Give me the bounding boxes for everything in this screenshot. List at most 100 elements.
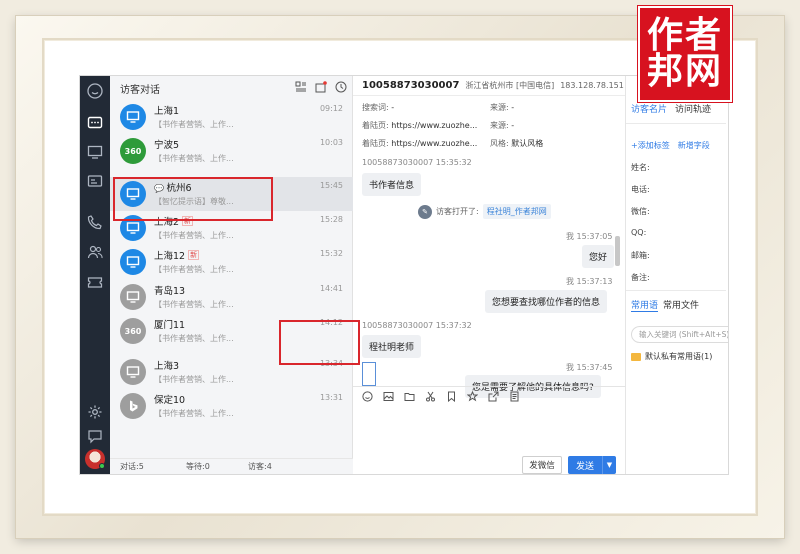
document-icon[interactable] (508, 391, 520, 403)
visitor-detail-panel: 访客名片 访问轨迹 +添加标签 新增字段 姓名: 电话: 微信: QQ: 邮箱:… (626, 76, 728, 474)
tab-visitor-card[interactable]: 访客名片 (631, 102, 667, 115)
users-nav-icon[interactable] (85, 242, 105, 262)
section-divider (626, 290, 726, 291)
visitor-name-text: 上海2 (154, 217, 180, 228)
phone-nav-icon[interactable] (85, 212, 105, 232)
chat-toolbar (353, 386, 626, 406)
field-qq-label: QQ: (631, 228, 647, 237)
field-name-label: 姓名: (631, 163, 650, 172)
visitor-list-item[interactable]: 上海2 新 15:28 【书作者营销、上作... (110, 211, 353, 245)
tab-common-phrases[interactable]: 常用语 (631, 298, 659, 312)
monitor-icon (120, 359, 146, 385)
field-email-label: 邮箱: (631, 251, 650, 260)
visitor-name: 💬 杭州6 (154, 180, 192, 194)
scissors-icon[interactable] (424, 391, 436, 403)
phrase-folder[interactable]: 默认私有常用语(1) (631, 351, 712, 362)
visitor-count: 访客:4 (248, 462, 272, 471)
bookmark-icon[interactable] (445, 391, 457, 403)
add-tag-link[interactable]: +添加标签 (631, 140, 670, 151)
send-button-label: 发送 (575, 461, 594, 472)
tab-visit-track[interactable]: 访问轨迹 (675, 102, 711, 115)
visitor-ip: 183.128.78.151 (560, 81, 624, 90)
chat-scrollbar[interactable] (615, 236, 620, 266)
visitor-time: 14:41 (319, 284, 343, 293)
landing-page-value[interactable]: https://www.zuozhe... (391, 139, 477, 148)
visitor-name-text: 上海1 (154, 106, 180, 117)
referrer-value: - (511, 121, 515, 130)
visitor-name: 青岛13 (154, 283, 185, 297)
phrase-folder-label: 默认私有常用语(1) (645, 352, 713, 361)
monitor-icon (120, 215, 146, 241)
chat-nav-icon[interactable] (85, 113, 105, 133)
filter-list-icon[interactable] (294, 80, 308, 94)
visitor-list-item[interactable]: 上海12 新 15:32 【书作者营销、上作... (110, 245, 353, 279)
agent-message: 您想要查找哪位作者的信息 (485, 290, 608, 313)
message-timestamp: 10058873030007 15:37:32 (362, 321, 472, 330)
chat-app-window: 访客对话 上海1 09:12 【书作者营销、上作... 360 宁波5 10:03 【书作者… (80, 76, 728, 474)
entry-page-value[interactable]: https://www.zuozhe... (391, 121, 477, 130)
field-phone-label: 电话: (631, 185, 650, 194)
visitor-last-message: 【书作者营销、上作... (154, 409, 234, 418)
visitor-name: 上海1 (154, 103, 179, 117)
phrase-search-input[interactable]: 输入关键词 (Shift+Alt+S) (631, 326, 728, 343)
visitor-name: 宁波5 (154, 137, 179, 151)
visitor-list-item[interactable]: 青岛13 14:41 【书作者营销、上作... (110, 280, 353, 314)
360-icon: 360 (120, 138, 146, 164)
source-label: 来源: (490, 103, 509, 112)
visitor-name-text: 厦门11 (154, 320, 186, 331)
visitor-list-header: 访客对话 (110, 76, 352, 100)
history-clock-icon[interactable] (334, 80, 348, 94)
visitor-last-message: 【智忆提示语】尊敬... (154, 197, 234, 206)
visitor-time: 15:45 (319, 181, 343, 190)
emoji-icon[interactable] (361, 391, 373, 403)
chevron-down-icon[interactable]: ▼ (602, 456, 616, 474)
add-field-link[interactable]: 新增字段 (678, 140, 710, 151)
link-icon: ✎ (418, 204, 432, 219)
smile-logo-icon[interactable] (85, 81, 105, 101)
image-icon[interactable] (382, 391, 394, 403)
online-status-dot (99, 463, 105, 469)
wait-count: 等待:0 (186, 462, 210, 471)
landing-page-label: 着陆页: (362, 139, 389, 148)
visitor-last-message: 【书作者营销、上作... (154, 154, 234, 163)
send-wechat-button[interactable]: 发微信 (522, 456, 562, 474)
highlight-box-message (279, 320, 360, 365)
visitor-id: 10058873030007 (362, 80, 460, 91)
tab-common-files[interactable]: 常用文件 (663, 298, 699, 312)
card-actions: +添加标签 新增字段 (631, 140, 710, 151)
visitor-list-item[interactable]: 保定10 13:31 【书作者营销、上作... (110, 389, 353, 423)
style-value: 默认风格 (511, 139, 544, 148)
star-icon[interactable] (466, 391, 478, 403)
visitor-last-message: 【书作者营销、上作... (154, 265, 234, 274)
visitor-name-text: 保定10 (154, 395, 186, 406)
source-value: - (511, 103, 515, 112)
phrase-tabs: 常用语 常用文件 (631, 298, 699, 312)
system-notice: ✎ 访客打开了: 程社明_作者邦网 (418, 204, 551, 219)
visitor-name-text: 杭州6 (166, 183, 192, 194)
card-nav-icon[interactable] (85, 171, 105, 191)
message-input-area[interactable]: 发微信 发送 ▼ (353, 406, 626, 474)
visitor-name: 上海2 新 (154, 214, 194, 228)
share-icon[interactable] (487, 391, 499, 403)
visitor-last-message: 【书作者营销、上作... (154, 231, 234, 240)
visitor-list-item[interactable]: 💬 杭州6 15:45 【智忆提示语】尊敬... (110, 177, 353, 211)
chat-panel: 10058873030007 浙江省杭州市 [中国电信] 183.128.78.… (353, 76, 626, 474)
visitor-list-item[interactable]: 上海1 09:12 【书作者营销、上作... (110, 100, 353, 134)
visitor-last-message: 【书作者营销、上作... (154, 375, 234, 384)
settings-gear-icon[interactable] (85, 402, 105, 422)
notify-icon[interactable] (314, 80, 328, 94)
entry-page-label: 着陆页: (362, 121, 389, 130)
visitor-last-message: 【书作者营销、上作... (154, 300, 234, 309)
send-button[interactable]: 发送 ▼ (568, 456, 616, 474)
new-badge: 新 (182, 216, 194, 226)
visitor-location: 浙江省杭州市 [中国电信] (465, 81, 555, 90)
monitor-icon (120, 249, 146, 275)
visitor-list-item[interactable]: 360 宁波5 10:03 【书作者营销、上作... (110, 134, 353, 168)
image-attachment-icon[interactable] (362, 362, 376, 386)
feedback-icon[interactable] (85, 426, 105, 446)
visited-page-link[interactable]: 程社明_作者邦网 (482, 204, 551, 219)
visitor-name-text: 上海3 (154, 361, 180, 372)
folder-icon[interactable] (403, 391, 415, 403)
monitor-nav-icon[interactable] (85, 142, 105, 162)
ticket-nav-icon[interactable] (85, 272, 105, 292)
